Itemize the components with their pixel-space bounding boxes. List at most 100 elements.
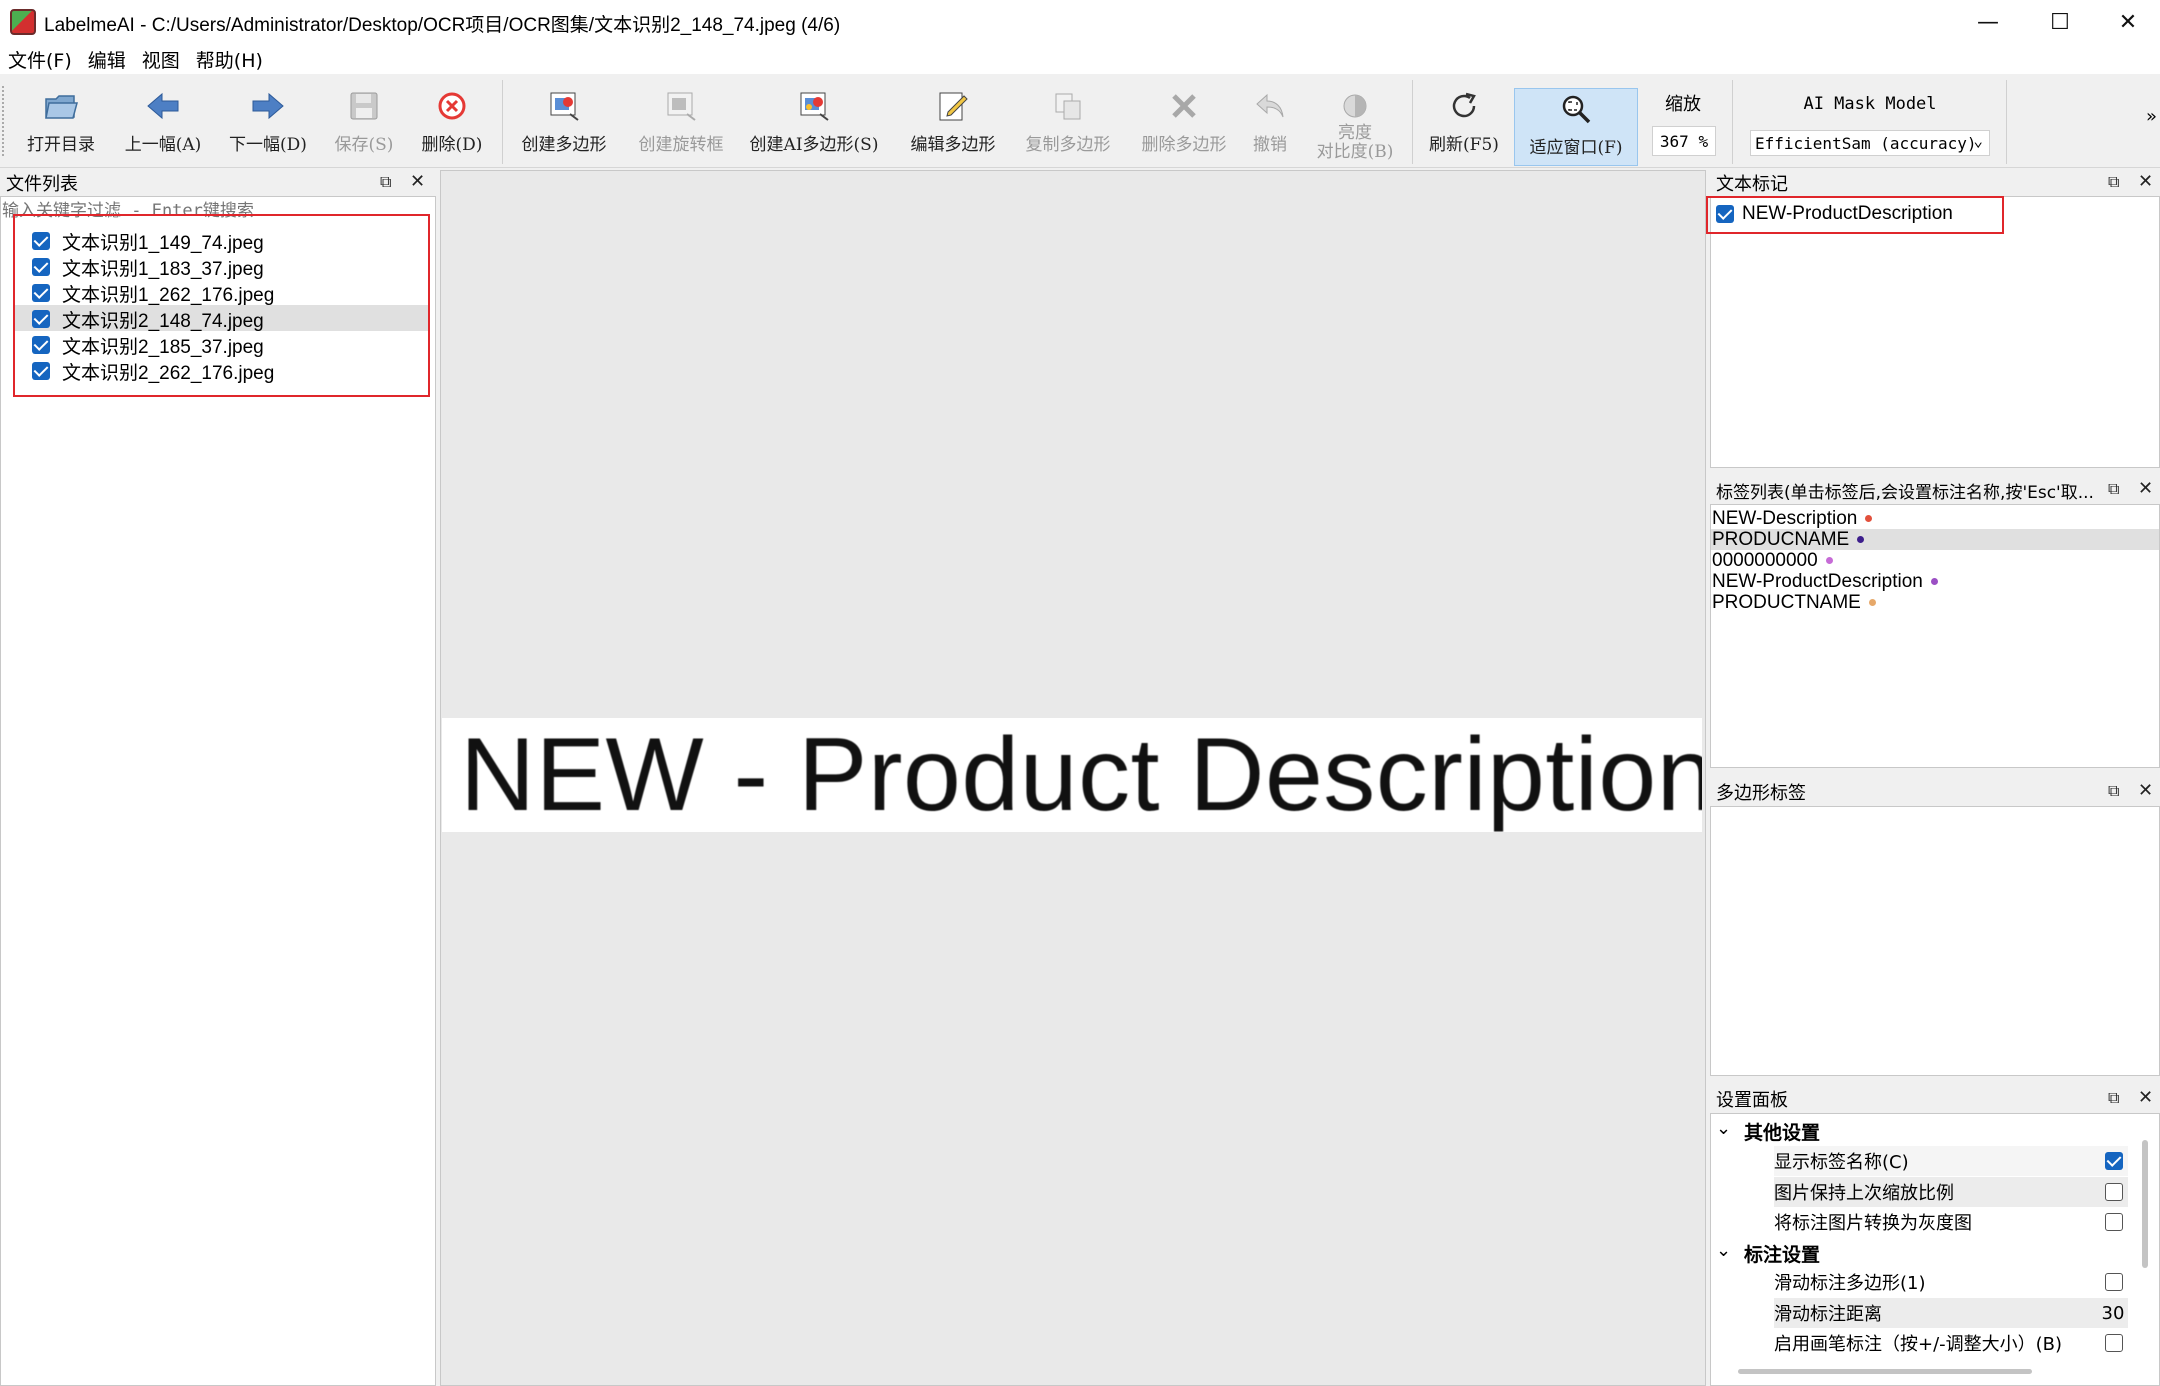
- slide-polygon-checkbox[interactable]: [2104, 1267, 2124, 1297]
- toolbar-separator: [502, 80, 503, 164]
- polygon-label-title: 多边形标签: [1716, 783, 1806, 804]
- toolbar: 打开目录 上一幅(A) 下一幅(D) 保存(S) 删除(D) 创建多边形 创建旋…: [0, 76, 2160, 168]
- ai-model-value: EfficientSam (accuracy): [1755, 133, 1977, 153]
- zoom-label: 缩放: [1665, 94, 1701, 115]
- setting-brush-annotation: 启用画笔标注（按+/-调整大小）(B): [1774, 1334, 2063, 1355]
- float-panel-icon[interactable]: ⧉: [2108, 479, 2119, 499]
- prev-image-label: 上一幅(A): [124, 135, 202, 155]
- arrow-left-icon: [145, 88, 181, 124]
- settings-horizontal-scrollbar[interactable]: [1738, 1369, 2032, 1374]
- edit-polygon-label: 编辑多边形: [910, 135, 996, 155]
- label-item[interactable]: NEW-ProductDescription: [1712, 571, 1938, 592]
- edit-pencil-icon: [935, 88, 971, 124]
- create-ai-polygon-button[interactable]: 创建AI多边形(S): [746, 82, 882, 166]
- toolbar-grip[interactable]: [2, 86, 8, 156]
- open-dir-button[interactable]: 打开目录: [20, 82, 102, 166]
- close-button[interactable]: ✕: [2092, 0, 2160, 44]
- prev-image-button[interactable]: 上一幅(A): [118, 82, 208, 166]
- close-panel-icon[interactable]: ✕: [2138, 780, 2153, 801]
- undo-label: 撤销: [1253, 135, 1287, 155]
- label-name: PRODUCTNAME: [1712, 591, 1861, 613]
- brightness-label: 亮度: [1338, 123, 1372, 143]
- delete-circle-icon: [434, 88, 470, 124]
- label-item[interactable]: 0000000000: [1712, 550, 1833, 571]
- settings-title: 设置面板: [1716, 1090, 1788, 1111]
- brush-annotation-checkbox[interactable]: [2104, 1328, 2124, 1358]
- folder-icon: [43, 88, 79, 124]
- copy-icon: [1050, 88, 1086, 124]
- label-color-dot: [1825, 557, 1833, 564]
- window-title: LabelmeAI - C:/Users/Administrator/Deskt…: [44, 15, 841, 36]
- create-polygon-label: 创建多边形: [521, 135, 607, 155]
- save-button[interactable]: 保存(S): [330, 82, 398, 166]
- grayscale-checkbox[interactable]: [2104, 1207, 2124, 1237]
- menu-edit[interactable]: 编辑: [80, 46, 134, 73]
- save-label: 保存(S): [334, 135, 394, 155]
- create-polygon-button[interactable]: 创建多边形: [514, 82, 614, 166]
- label-item-selected[interactable]: PRODUCNAME: [1712, 529, 1865, 550]
- label-color-dot: [1857, 536, 1865, 543]
- label-item[interactable]: NEW-Description: [1712, 507, 1873, 529]
- next-image-button[interactable]: 下一幅(D): [224, 82, 312, 166]
- delete-polygon-label: 删除多边形: [1141, 135, 1227, 155]
- fit-window-button[interactable]: 适应窗口(F): [1514, 88, 1638, 166]
- label-name: NEW-ProductDescription: [1712, 570, 1923, 592]
- slide-distance-value[interactable]: 30: [2098, 1298, 2128, 1328]
- rotated-box-icon: [663, 88, 699, 124]
- keep-zoom-checkbox[interactable]: [2104, 1177, 2124, 1207]
- label-color-dot: [1868, 599, 1876, 606]
- open-dir-label: 打开目录: [27, 135, 95, 155]
- image-text: NEW - Product Description: [460, 718, 1702, 832]
- show-label-name-checkbox[interactable]: [2104, 1146, 2124, 1176]
- delete-polygon-button[interactable]: 删除多边形: [1134, 82, 1234, 166]
- float-panel-icon[interactable]: ⧉: [2108, 172, 2119, 192]
- float-panel-icon[interactable]: ⧉: [2108, 1088, 2119, 1108]
- group-other-settings[interactable]: 其他设置: [1744, 1116, 1820, 1146]
- setting-grayscale: 将标注图片转换为灰度图: [1774, 1213, 1972, 1234]
- close-panel-icon[interactable]: ✕: [410, 171, 425, 192]
- text-mark-highlight-box: [1706, 196, 2004, 234]
- brightness-contrast-button[interactable]: 亮度 对比度(B): [1310, 82, 1400, 166]
- ai-model-select[interactable]: EfficientSam (accuracy) ⌄: [1750, 130, 1990, 156]
- delete-file-label: 删除(D): [421, 135, 483, 155]
- toolbar-separator: [2006, 80, 2007, 164]
- contrast-label: 对比度(B): [1316, 142, 1394, 162]
- toolbar-overflow-button[interactable]: »: [2146, 106, 2157, 127]
- group-annotation-settings[interactable]: 标注设置: [1744, 1238, 1820, 1268]
- chevron-down-icon[interactable]: ⌄: [1716, 1118, 1736, 1139]
- undo-button[interactable]: 撤销: [1250, 82, 1290, 166]
- annotated-image[interactable]: NEW - Product Description: [442, 718, 1702, 832]
- chevron-down-icon[interactable]: ⌄: [1716, 1240, 1736, 1261]
- next-image-label: 下一幅(D): [229, 135, 307, 155]
- label-name: NEW-Description: [1712, 507, 1858, 529]
- menu-view[interactable]: 视图: [134, 46, 188, 73]
- close-panel-icon[interactable]: ✕: [2138, 171, 2153, 192]
- menu-file[interactable]: 文件(F): [0, 46, 80, 73]
- copy-polygon-label: 复制多边形: [1025, 135, 1111, 155]
- edit-polygon-button[interactable]: 编辑多边形: [904, 82, 1002, 166]
- float-panel-icon[interactable]: ⧉: [2108, 781, 2119, 801]
- menu-help[interactable]: 帮助(H): [188, 46, 271, 73]
- float-panel-icon[interactable]: ⧉: [380, 172, 391, 192]
- refresh-button[interactable]: 刷新(F5): [1424, 82, 1504, 166]
- minimize-button[interactable]: —: [1952, 0, 2024, 44]
- polygon-label-panel: [1710, 806, 2160, 1076]
- setting-show-label-name: 显示标签名称(C): [1774, 1152, 1909, 1173]
- polygon-create-icon: [546, 88, 582, 124]
- brightness-icon: [1337, 88, 1373, 124]
- label-item[interactable]: PRODUCTNAME: [1712, 592, 1876, 613]
- delete-file-button[interactable]: 删除(D): [418, 82, 486, 166]
- ai-polygon-icon: [796, 88, 832, 124]
- close-panel-icon[interactable]: ✕: [2138, 478, 2153, 499]
- copy-polygon-button[interactable]: 复制多边形: [1018, 82, 1118, 166]
- text-mark-panel: [1710, 196, 2160, 468]
- maximize-button[interactable]: ☐: [2024, 0, 2096, 44]
- refresh-icon: [1446, 88, 1482, 124]
- create-rotated-box-button[interactable]: 创建旋转框: [630, 82, 732, 166]
- floppy-disk-icon: [346, 88, 382, 124]
- refresh-label: 刷新(F5): [1429, 135, 1499, 155]
- settings-vertical-scrollbar[interactable]: [2142, 1140, 2148, 1268]
- zoom-value-field[interactable]: 367 %: [1652, 126, 1716, 156]
- toolbar-separator: [1732, 80, 1733, 164]
- close-panel-icon[interactable]: ✕: [2138, 1087, 2153, 1108]
